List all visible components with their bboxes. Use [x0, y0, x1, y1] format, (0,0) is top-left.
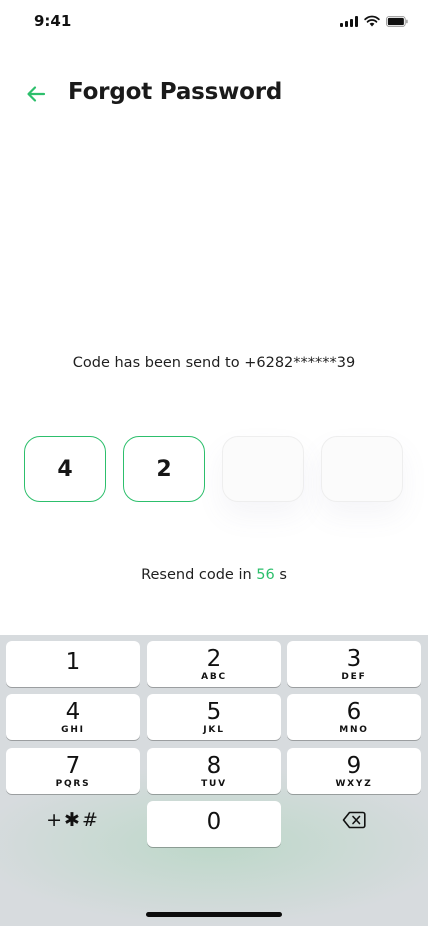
- key-letters: MNO: [339, 724, 369, 735]
- status-bar: 9:41: [0, 0, 428, 44]
- key-digit: 1: [65, 649, 81, 675]
- key-letters: TUV: [201, 778, 227, 789]
- key-letters: JKL: [203, 724, 225, 735]
- wifi-icon: [364, 15, 380, 27]
- code-sent-message: Code has been send to +6282******39: [72, 355, 356, 371]
- header: Forgot Password: [0, 70, 428, 118]
- key-5[interactable]: 5 JKL: [147, 694, 281, 740]
- page-title: Forgot Password: [68, 79, 283, 105]
- key-letters: DEF: [341, 671, 367, 682]
- key-digit: 8: [206, 752, 222, 779]
- key-letters: GHI: [61, 724, 85, 735]
- key-digit: 9: [346, 752, 362, 779]
- key-digit: 6: [346, 698, 362, 725]
- key-9[interactable]: 9 WXYZ: [287, 748, 421, 794]
- key-3[interactable]: 3 DEF: [287, 641, 421, 687]
- key-1[interactable]: 1: [6, 641, 140, 687]
- key-digit: 7: [65, 752, 81, 779]
- status-icons: [340, 15, 408, 27]
- key-digit: 4: [65, 698, 81, 725]
- key-0[interactable]: 0: [147, 801, 281, 847]
- key-digit: 3: [346, 645, 362, 672]
- delete-key[interactable]: [287, 801, 421, 847]
- otp-digit-1[interactable]: 4: [24, 436, 106, 502]
- otp-code-boxes: 4 2: [24, 436, 403, 502]
- otp-digit-2[interactable]: 2: [123, 436, 205, 502]
- battery-icon: [386, 15, 408, 27]
- resend-suffix: s: [274, 567, 287, 583]
- key-7[interactable]: 7 PQRS: [6, 748, 140, 794]
- key-2[interactable]: 2 ABC: [147, 641, 281, 687]
- backspace-icon: [342, 811, 366, 829]
- status-time: 9:41: [34, 12, 72, 30]
- key-8[interactable]: 8 TUV: [147, 748, 281, 794]
- symbols-key[interactable]: +✱#: [6, 801, 140, 847]
- key-6[interactable]: 6 MNO: [287, 694, 421, 740]
- arrow-left-icon: [27, 86, 46, 102]
- key-letters: ABC: [201, 671, 227, 682]
- symbols-label: +✱#: [46, 809, 100, 831]
- key-letters: PQRS: [55, 778, 91, 789]
- resend-prefix: Resend code in: [141, 567, 257, 583]
- key-4[interactable]: 4 GHI: [6, 694, 140, 740]
- otp-digit-4[interactable]: [321, 436, 403, 502]
- resend-timer: Resend code in 56 s: [0, 567, 428, 583]
- key-letters: WXYZ: [335, 778, 373, 789]
- numeric-keypad: 1 2 ABC 3 DEF 4 GHI 5 JKL 6 MNO 7 PQRS 8…: [0, 635, 428, 926]
- key-digit: 2: [206, 645, 222, 672]
- resend-seconds: 56: [256, 567, 275, 583]
- back-button[interactable]: [22, 80, 50, 108]
- key-digit: 5: [206, 698, 222, 725]
- otp-digit-3[interactable]: [222, 436, 304, 502]
- cellular-signal-icon: [340, 15, 358, 27]
- key-digit: 0: [206, 809, 222, 835]
- home-indicator: [146, 912, 282, 917]
